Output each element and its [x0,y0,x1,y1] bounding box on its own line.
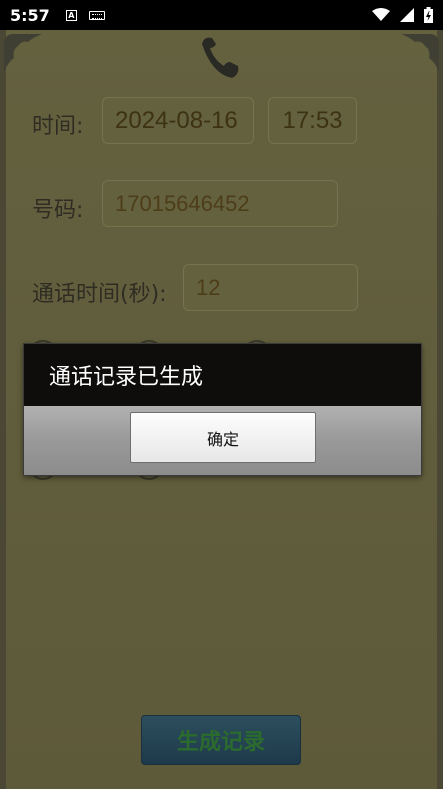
number-label: 号码: [32,198,84,223]
corner-ornament-icon [4,34,42,72]
date-field[interactable]: 2024-08-16 [102,97,254,144]
time-field[interactable]: 17:53 [268,97,357,144]
date-value: 2024-08-16 [115,106,238,134]
phone-number-field[interactable]: 17015646452 [102,180,338,227]
time-label: 时间: [32,114,84,139]
alert-dialog: 通话记录已生成 确定 [24,344,421,475]
duration-value: 12 [196,274,221,300]
a-notification-icon: A [65,9,77,21]
dialog-title: 通话记录已生成 [24,344,421,406]
keyboard-icon [88,10,105,20]
duration-label: 通话时间(秒): [32,282,167,307]
phone-icon [202,37,239,78]
generate-record-button[interactable]: 生成记录 [141,715,301,765]
duration-field[interactable]: 12 [183,264,358,311]
status-time: 5:57 [10,5,50,25]
corner-ornament-icon [401,34,439,72]
ok-button[interactable]: 确定 [130,412,316,463]
dialog-title-text: 通话记录已生成 [49,365,204,390]
cellular-icon [400,8,414,22]
wifi-icon [372,8,390,21]
status-bar: 5:57 A [0,0,443,30]
dialog-button-bar: 确定 [24,406,421,475]
battery-icon [424,7,433,23]
time-value: 17:53 [282,106,343,134]
phone-number-value: 17015646452 [115,190,250,216]
